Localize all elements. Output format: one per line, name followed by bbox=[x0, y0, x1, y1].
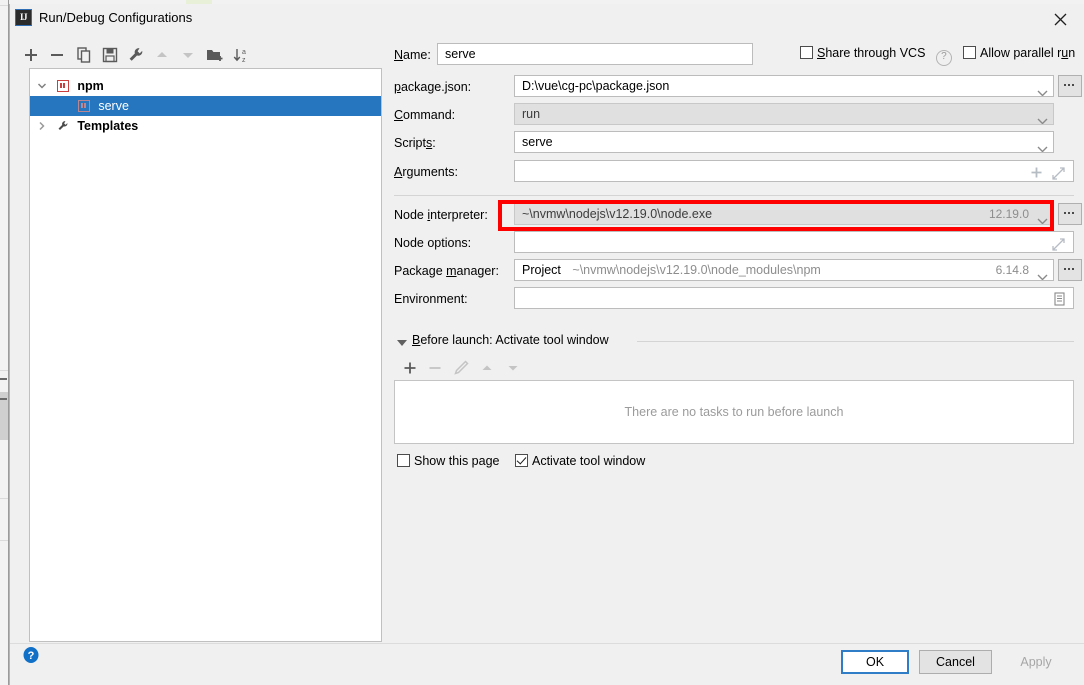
plus-icon[interactable] bbox=[1030, 165, 1043, 181]
copy-icon[interactable] bbox=[74, 45, 94, 65]
package-manager-label: Package manager: bbox=[394, 264, 499, 278]
svg-text:z: z bbox=[242, 57, 246, 64]
wrench-icon[interactable] bbox=[126, 45, 146, 65]
before-launch-title: Before launch: Activate tool window bbox=[412, 333, 609, 347]
tree-node-serve[interactable]: serve bbox=[30, 96, 381, 116]
footer-divider bbox=[10, 643, 1084, 644]
package-manager-browse-button[interactable] bbox=[1058, 259, 1082, 281]
arrow-down-icon bbox=[178, 45, 198, 65]
bg-divider bbox=[0, 370, 8, 371]
chevron-down-icon[interactable] bbox=[1037, 267, 1048, 280]
list-edit-icon[interactable] bbox=[1053, 292, 1066, 308]
task-move-down-arrow-icon bbox=[503, 358, 523, 378]
name-label: Name: bbox=[394, 48, 431, 62]
command-input[interactable]: run bbox=[514, 103, 1054, 125]
before-launch-header[interactable]: Before launch: Activate tool window bbox=[394, 333, 1074, 350]
arguments-label: Arguments: bbox=[394, 165, 458, 179]
edit-task-pencil-icon bbox=[451, 358, 471, 378]
environment-label: Environment: bbox=[394, 292, 468, 306]
remove-task-minus-icon bbox=[425, 358, 445, 378]
chevron-down-icon[interactable] bbox=[34, 76, 50, 96]
node-interpreter-input[interactable]: ~\nvmw\nodejs\v12.19.0\node.exe 12.19.0 bbox=[514, 203, 1054, 225]
chevron-down-icon[interactable] bbox=[1037, 211, 1048, 224]
intellij-idea-icon: IJ bbox=[15, 9, 32, 26]
node-interpreter-version: 12.19.0 bbox=[988, 207, 1029, 221]
command-label: Command: bbox=[394, 108, 456, 122]
question-mark-icon[interactable]: ? bbox=[935, 50, 952, 66]
share-through-vcs-checkbox[interactable]: Share through VCS ? bbox=[800, 46, 952, 66]
package-manager-input[interactable]: Project ~\nvmw\nodejs\v12.19.0\node_modu… bbox=[514, 259, 1054, 281]
package-json-label: package.json: bbox=[394, 80, 472, 94]
chevron-down-icon[interactable] bbox=[1037, 139, 1048, 152]
wrench-icon bbox=[56, 119, 70, 139]
add-task-plus-icon[interactable] bbox=[400, 358, 420, 378]
checkbox-box[interactable] bbox=[800, 46, 813, 59]
bg-divider bbox=[0, 540, 8, 541]
svg-text:?: ? bbox=[28, 650, 35, 662]
dialog-titlebar: IJ Run/Debug Configurations bbox=[10, 4, 1084, 34]
allow-parallel-run-checkbox[interactable]: Allow parallel run bbox=[963, 46, 1075, 60]
task-move-up-arrow-icon bbox=[477, 358, 497, 378]
tree-node-label: Templates bbox=[77, 119, 139, 133]
bg-marker bbox=[0, 378, 7, 380]
tree-node-label: serve bbox=[98, 99, 129, 113]
dialog-title: Run/Debug Configurations bbox=[39, 10, 193, 25]
checkbox-box[interactable] bbox=[397, 454, 410, 467]
tree-node-templates[interactable]: Templates bbox=[30, 116, 381, 136]
expand-icon[interactable] bbox=[1052, 237, 1065, 252]
checkbox-box[interactable] bbox=[963, 46, 976, 59]
cancel-button[interactable]: Cancel bbox=[919, 650, 992, 674]
sort-alpha-icon[interactable]: a z bbox=[231, 45, 251, 65]
chevron-down-icon[interactable] bbox=[1037, 111, 1048, 124]
minus-icon[interactable] bbox=[47, 45, 67, 65]
folder-add-icon[interactable] bbox=[205, 45, 225, 65]
package-json-input[interactable]: D:\vue\cg-pc\package.json bbox=[514, 75, 1054, 97]
apply-button: Apply bbox=[1002, 650, 1070, 674]
before-launch-task-list[interactable]: There are no tasks to run before launch bbox=[394, 380, 1074, 444]
npm-icon bbox=[78, 100, 90, 112]
plus-icon[interactable] bbox=[21, 45, 41, 65]
package-manager-path: ~\nvmw\nodejs\v12.19.0\node_modules\npm bbox=[572, 263, 821, 277]
name-input[interactable]: serve bbox=[437, 43, 753, 65]
show-this-page-checkbox[interactable]: Show this page bbox=[397, 454, 499, 468]
run-debug-configurations-dialog: IJ Run/Debug Configurations a z npm serv… bbox=[9, 4, 1084, 685]
checkbox-box[interactable] bbox=[515, 454, 528, 467]
save-icon[interactable] bbox=[100, 45, 120, 65]
npm-icon bbox=[57, 80, 69, 92]
scripts-input[interactable]: serve bbox=[514, 131, 1054, 153]
node-interpreter-browse-button[interactable] bbox=[1058, 203, 1082, 225]
tree-node-npm[interactable]: npm bbox=[30, 76, 381, 96]
expand-icon[interactable] bbox=[1052, 166, 1065, 181]
chevron-down-icon[interactable] bbox=[1037, 83, 1048, 96]
arguments-input[interactable] bbox=[514, 160, 1074, 182]
ok-button[interactable]: OK bbox=[841, 650, 909, 674]
scripts-label: Scripts: bbox=[394, 136, 436, 150]
configurations-toolbar: a z bbox=[21, 42, 381, 68]
tree-node-label: npm bbox=[77, 79, 104, 93]
configurations-tree[interactable]: npm serve Templates bbox=[29, 68, 382, 642]
package-manager-scope: Project bbox=[522, 263, 561, 277]
collapse-triangle-icon[interactable] bbox=[397, 340, 407, 346]
node-options-label: Node options: bbox=[394, 236, 472, 250]
arrow-up-icon bbox=[152, 45, 172, 65]
bg-marker bbox=[0, 398, 7, 400]
close-icon[interactable] bbox=[1038, 4, 1084, 34]
bg-divider bbox=[0, 498, 8, 499]
node-options-input[interactable] bbox=[514, 231, 1074, 253]
package-json-browse-button[interactable] bbox=[1058, 75, 1082, 97]
before-launch-toolbar bbox=[400, 358, 600, 378]
section-rule bbox=[637, 341, 1074, 342]
chevron-right-icon[interactable] bbox=[34, 116, 50, 136]
package-manager-version: 6.14.8 bbox=[995, 263, 1029, 277]
environment-input[interactable] bbox=[514, 287, 1074, 309]
svg-text:a: a bbox=[242, 49, 246, 56]
node-interpreter-label: Node interpreter: bbox=[394, 208, 488, 222]
help-icon[interactable]: ? bbox=[22, 646, 54, 678]
activate-tool-window-checkbox[interactable]: Activate tool window bbox=[515, 454, 645, 468]
before-launch-empty-text: There are no tasks to run before launch bbox=[624, 405, 844, 419]
form-section-divider bbox=[394, 195, 1074, 196]
